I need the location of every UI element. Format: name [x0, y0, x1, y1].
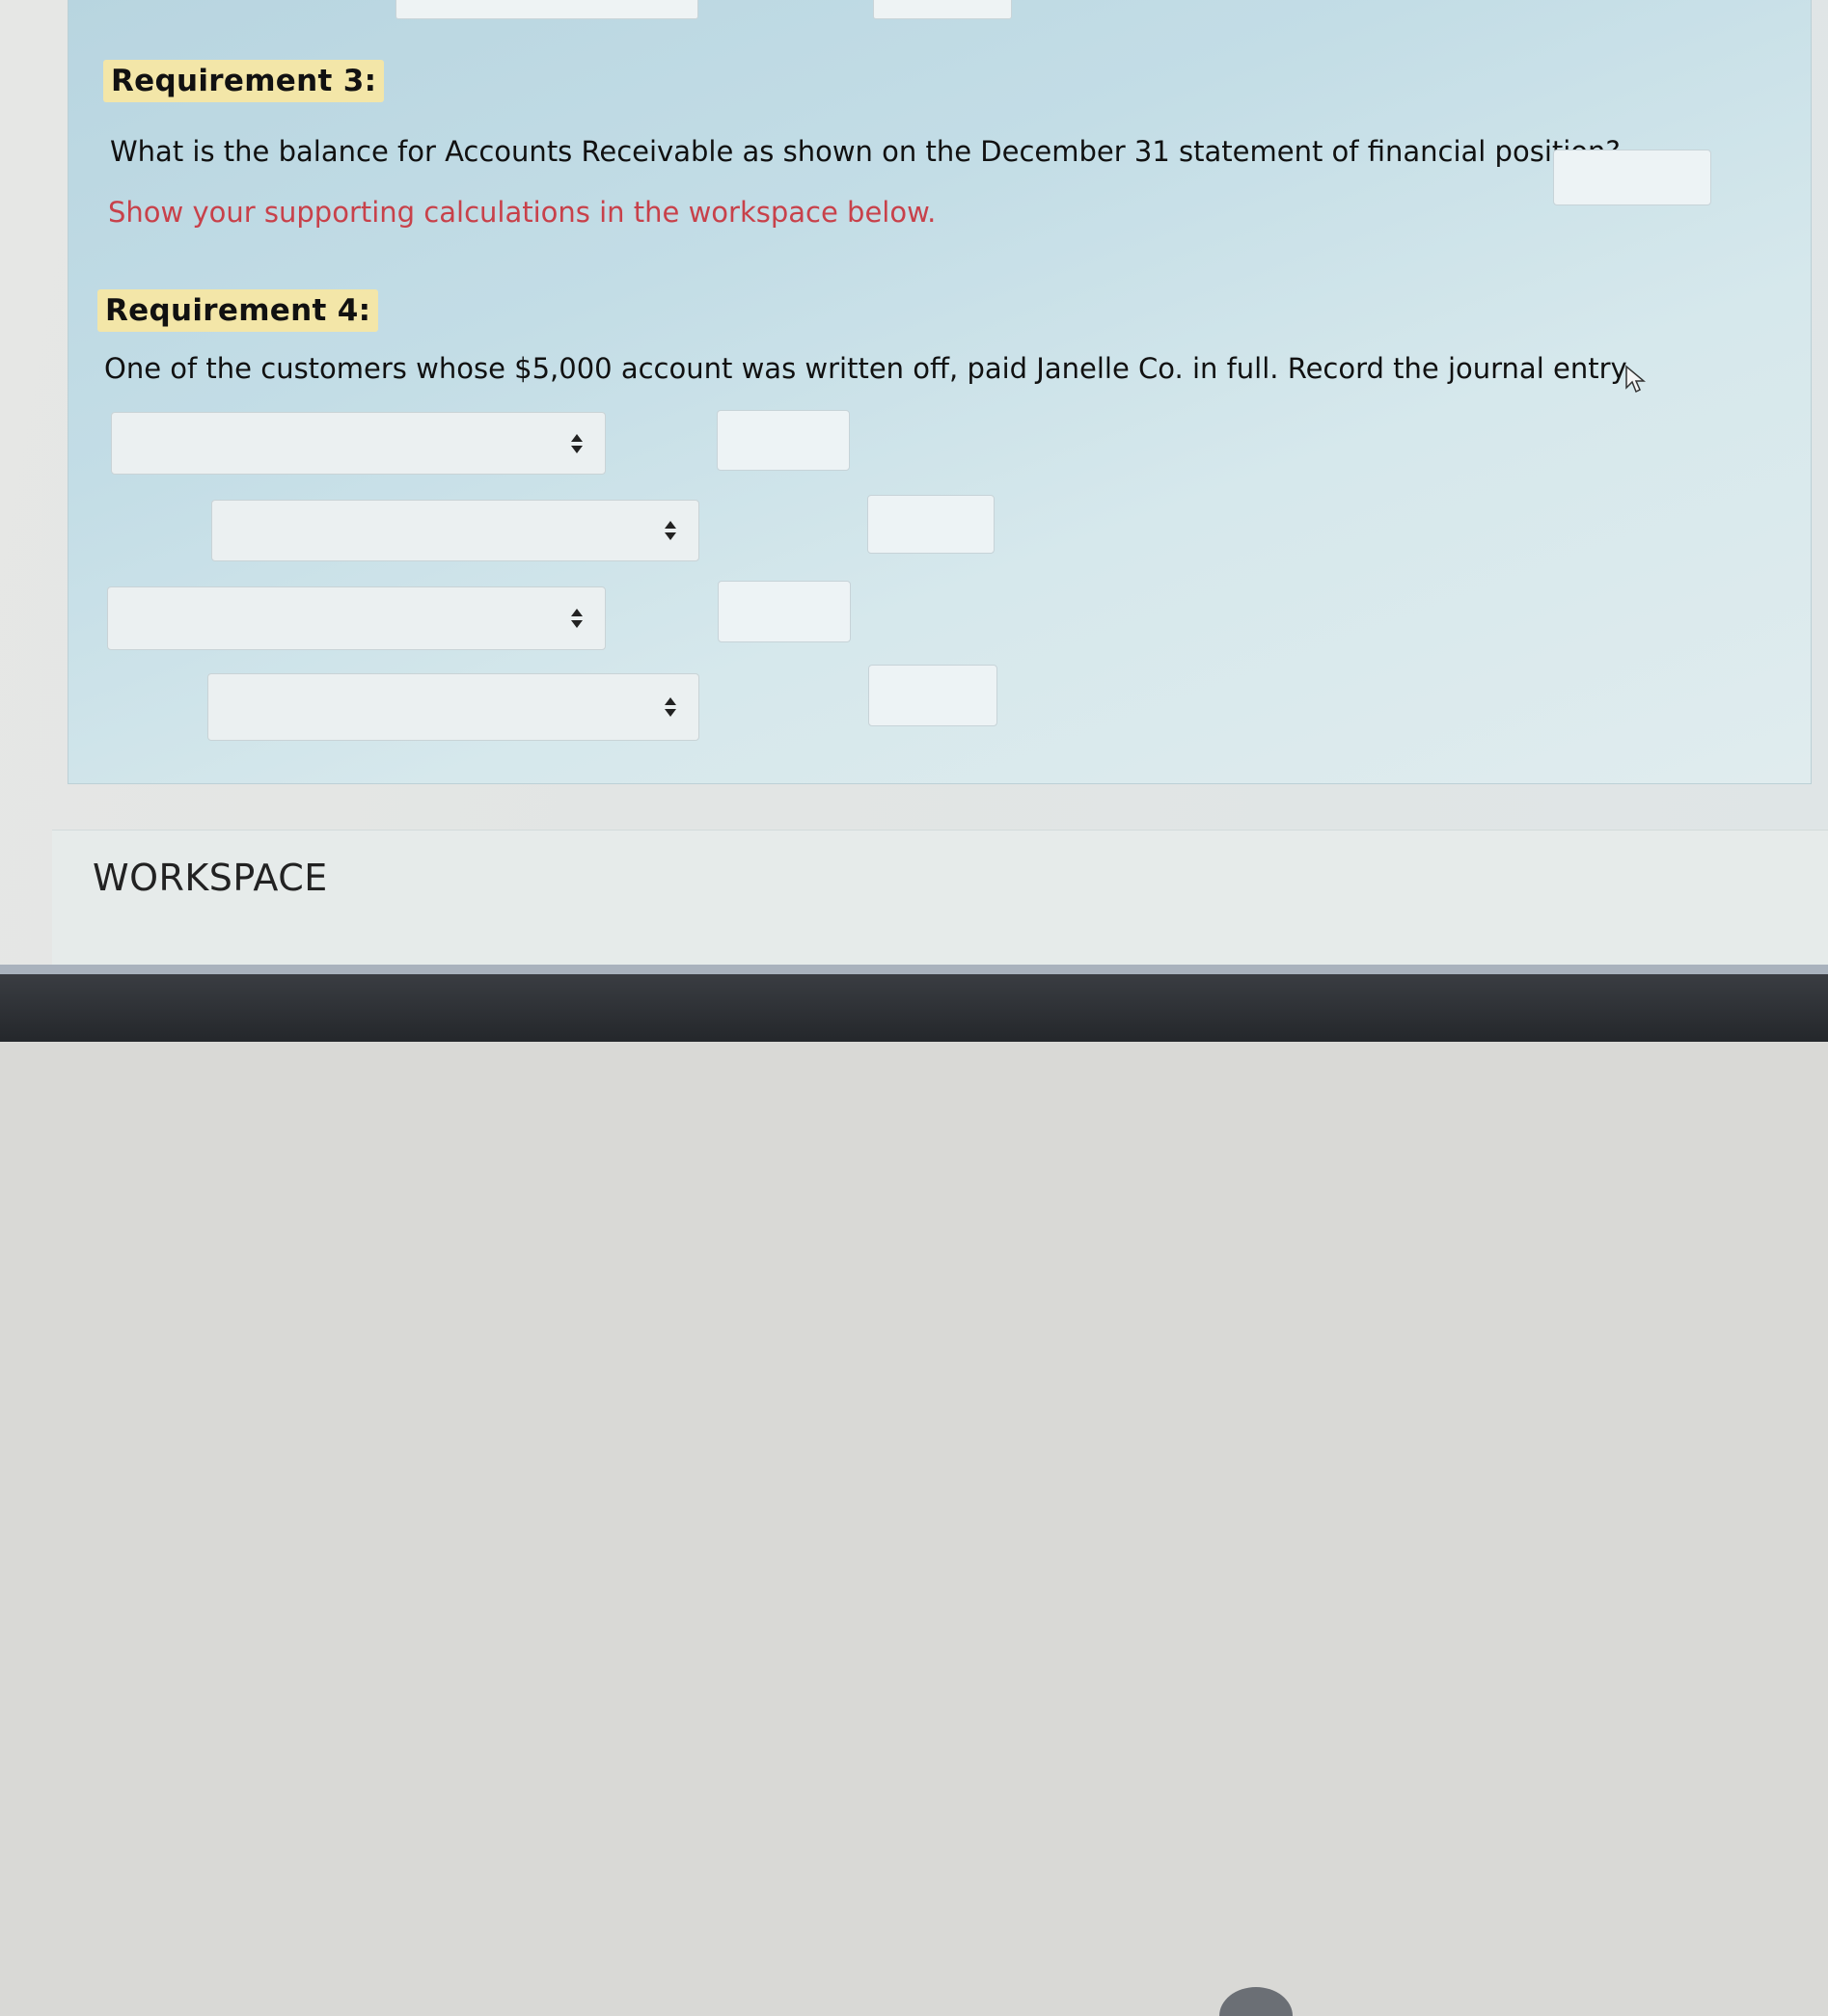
- up-down-chevron-icon: [665, 697, 676, 717]
- up-down-chevron-icon: [571, 433, 583, 453]
- workspace-panel[interactable]: [52, 830, 1828, 975]
- journal-account-select-4[interactable]: [207, 673, 699, 741]
- journal-account-select-3[interactable]: [107, 586, 606, 650]
- monitor-bezel: [0, 974, 1828, 2016]
- previous-answer-field[interactable]: [396, 0, 698, 19]
- up-down-chevron-icon: [665, 521, 676, 540]
- previous-answer-field-2[interactable]: [873, 0, 1012, 19]
- requirement-3-question: What is the balance for Accounts Receiva…: [110, 135, 1621, 168]
- journal-debit-amount-1[interactable]: [717, 410, 850, 471]
- mouse-pointer-icon: [1625, 365, 1646, 394]
- workspace-hint: Show your supporting calculations in the…: [108, 196, 937, 229]
- brand-logo-icon: [1219, 1987, 1293, 2016]
- workspace-title: WORKSPACE: [93, 857, 328, 899]
- journal-credit-amount-4[interactable]: [868, 665, 997, 726]
- journal-debit-amount-3[interactable]: [718, 581, 851, 642]
- requirement-4-heading: Requirement 4:: [97, 289, 379, 332]
- journal-credit-amount-2[interactable]: [867, 495, 995, 554]
- screen: Requirement 3: What is the balance for A…: [0, 0, 1828, 975]
- requirement-3-heading: Requirement 3:: [103, 60, 385, 102]
- requirement-4-question: One of the customers whose $5,000 accoun…: [104, 352, 1632, 385]
- up-down-chevron-icon: [571, 609, 583, 628]
- accounts-receivable-balance-input[interactable]: [1553, 150, 1711, 205]
- journal-account-select-1[interactable]: [111, 412, 606, 475]
- journal-account-select-2[interactable]: [211, 500, 699, 561]
